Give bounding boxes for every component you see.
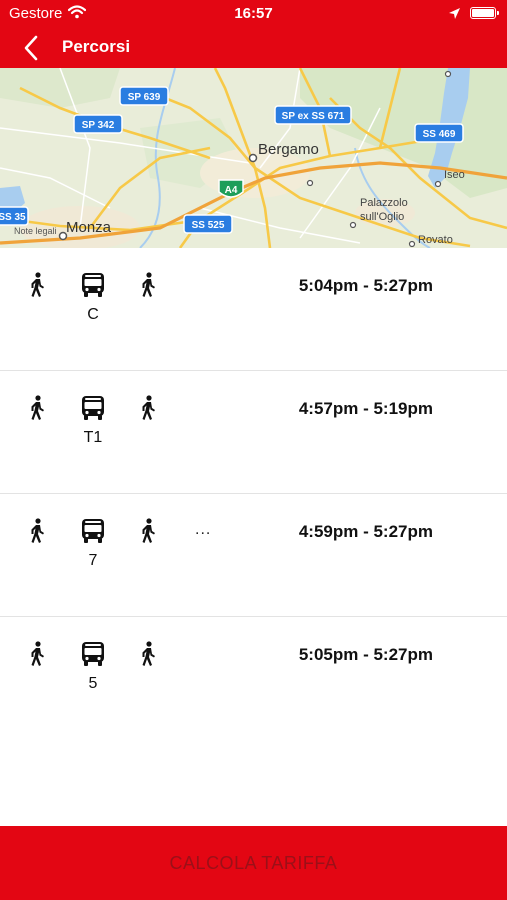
map-canvas: Bergamo Monza Iseo Palazzolo sull'Oglio …: [0, 68, 507, 248]
walk-icon: [138, 395, 158, 421]
page-title: Percorsi: [62, 37, 131, 56]
walk-icon: [138, 272, 158, 298]
route-map[interactable]: Bergamo Monza Iseo Palazzolo sull'Oglio …: [0, 68, 507, 248]
map-legal-link[interactable]: Note legali: [14, 226, 57, 236]
status-bar: Gestore 16:57: [0, 0, 507, 28]
svg-text:SP 342: SP 342: [82, 120, 115, 131]
location-arrow-icon: [449, 8, 460, 19]
calculate-fare-button[interactable]: CALCOLA TARIFFA: [0, 826, 507, 900]
shield-a4: A4: [218, 179, 244, 198]
back-chevron-icon[interactable]: [22, 35, 40, 61]
calculate-fare-label: CALCOLA TARIFFA: [169, 853, 338, 873]
bus-icon: [80, 518, 106, 544]
route-time: 4:59pm - 5:27pm: [298, 522, 433, 541]
map-label-bergamo: Bergamo: [258, 141, 319, 158]
clock: 16:57: [234, 5, 273, 22]
more-legs-indicator: ...: [195, 521, 212, 538]
svg-text:SP ex SS 671: SP ex SS 671: [282, 111, 345, 122]
shield-sp-ex-ss671: SP ex SS 671: [274, 105, 352, 125]
map-label-iseo: Iseo: [444, 169, 465, 181]
walk-icon: [27, 641, 47, 667]
route-row[interactable]: T1 4:57pm - 5:19pm: [0, 371, 507, 494]
shield-ss525: SS 525: [183, 214, 233, 234]
svg-text:SP 639: SP 639: [128, 92, 161, 103]
map-label-palazzolo: Palazzolo: [360, 197, 408, 209]
route-row[interactable]: 5 5:05pm - 5:27pm: [0, 617, 507, 739]
route-time: 4:57pm - 5:19pm: [298, 399, 433, 418]
bus-line-label: 7: [88, 552, 98, 569]
battery-icon: [470, 7, 499, 19]
top-bar: Gestore 16:57 Percorsi: [0, 0, 507, 68]
map-label-rovato: Rovato: [418, 234, 453, 246]
svg-text:SS 469: SS 469: [423, 129, 456, 140]
walk-icon: [27, 272, 47, 298]
bus-icon: [80, 395, 106, 421]
bus-line-label: T1: [83, 429, 103, 446]
walk-icon: [138, 518, 158, 544]
map-label-sull-oglio: sull'Oglio: [360, 211, 404, 223]
bus-line-label: C: [87, 306, 99, 323]
shield-ss35: SS 35: [0, 206, 29, 226]
route-time: 5:04pm - 5:27pm: [298, 276, 433, 295]
route-row[interactable]: 7 ... 4:59pm - 5:27pm: [0, 494, 507, 617]
walk-icon: [138, 641, 158, 667]
route-time: 5:05pm - 5:27pm: [298, 645, 433, 664]
route-list: C 5:04pm - 5:27pm T1 4:57pm - 5:19pm 7 .…: [0, 248, 507, 739]
svg-text:SS 35: SS 35: [0, 212, 26, 223]
svg-text:SS 525: SS 525: [192, 220, 225, 231]
walk-icon: [27, 518, 47, 544]
route-row[interactable]: C 5:04pm - 5:27pm: [0, 248, 507, 371]
bus-icon: [80, 641, 106, 667]
map-label-monza: Monza: [66, 219, 112, 236]
walk-icon: [27, 395, 47, 421]
bus-line-label: 5: [88, 675, 98, 692]
shield-sp342: SP 342: [73, 114, 123, 134]
svg-text:A4: A4: [225, 185, 238, 196]
bus-icon: [80, 272, 106, 298]
shield-sp639: SP 639: [119, 86, 169, 106]
shield-ss469: SS 469: [414, 123, 464, 143]
